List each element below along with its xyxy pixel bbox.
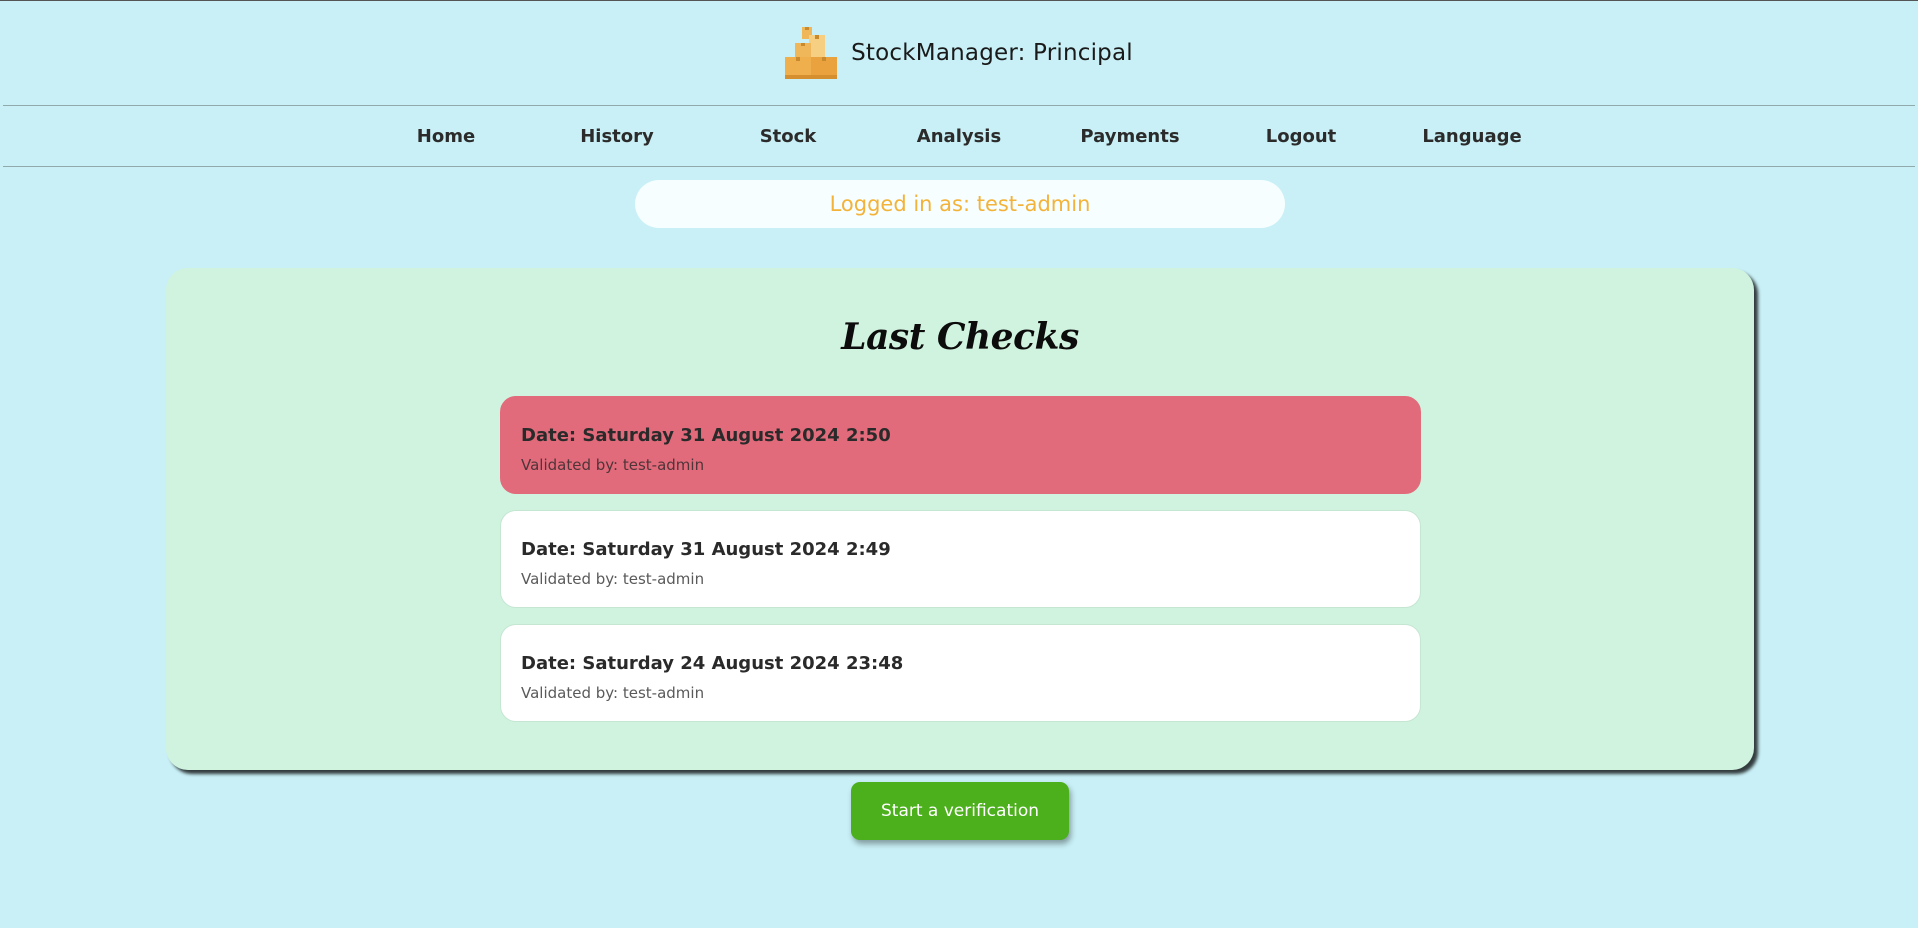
check-date: Date: Saturday 24 August 2024 23:48 bbox=[521, 653, 904, 674]
checks-list: Date: Saturday 31 August 2024 2:50 Valid… bbox=[500, 396, 1421, 738]
nav-stock[interactable]: Stock bbox=[703, 126, 874, 147]
panel-title: Last Checks bbox=[841, 316, 1079, 358]
app-header: StockManager: Principal bbox=[3, 1, 1915, 106]
nav-analysis[interactable]: Analysis bbox=[874, 126, 1045, 147]
check-item[interactable]: Date: Saturday 31 August 2024 2:49 Valid… bbox=[500, 510, 1421, 608]
check-date: Date: Saturday 31 August 2024 2:50 bbox=[521, 425, 891, 446]
check-item[interactable]: Date: Saturday 24 August 2024 23:48 Vali… bbox=[500, 624, 1421, 722]
app-title: StockManager: Principal bbox=[851, 40, 1133, 66]
nav-logout[interactable]: Logout bbox=[1216, 126, 1387, 147]
logged-in-text: Logged in as: test-admin bbox=[829, 192, 1091, 216]
logged-in-badge: Logged in as: test-admin bbox=[635, 180, 1285, 228]
check-date: Date: Saturday 31 August 2024 2:49 bbox=[521, 539, 891, 560]
nav-language[interactable]: Language bbox=[1387, 126, 1558, 147]
check-validated-by: Validated by: test-admin bbox=[521, 570, 705, 588]
nav-history[interactable]: History bbox=[532, 126, 703, 147]
start-verification-button[interactable]: Start a verification bbox=[851, 782, 1069, 840]
nav-payments[interactable]: Payments bbox=[1045, 126, 1216, 147]
boxes-icon bbox=[785, 27, 838, 79]
last-checks-panel: Last Checks Date: Saturday 31 August 202… bbox=[166, 268, 1754, 770]
nav-home[interactable]: Home bbox=[361, 126, 532, 147]
check-item[interactable]: Date: Saturday 31 August 2024 2:50 Valid… bbox=[500, 396, 1421, 494]
check-validated-by: Validated by: test-admin bbox=[521, 456, 705, 474]
main-nav: Home History Stock Analysis Payments Log… bbox=[3, 106, 1915, 167]
check-validated-by: Validated by: test-admin bbox=[521, 684, 705, 702]
